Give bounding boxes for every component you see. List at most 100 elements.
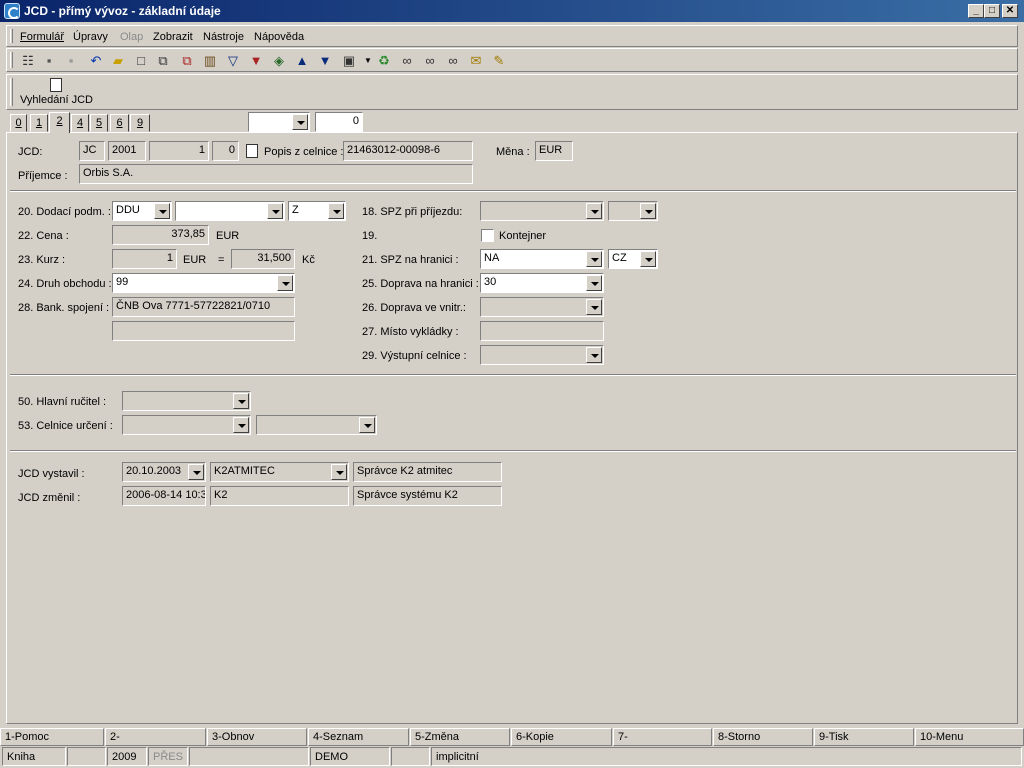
fkey-10-menu[interactable]: 10-Menu (915, 728, 1024, 746)
spz-country-combo[interactable] (608, 201, 658, 221)
kurz-field[interactable]: 1 (112, 249, 177, 269)
search-jcd-button[interactable]: Vyhledání JCD (20, 94, 93, 106)
menu-zobrazit[interactable]: Zobrazit (153, 31, 193, 43)
popis-field[interactable]: 21463012-00098-6 (343, 141, 473, 161)
fkey-7[interactable]: 7- (613, 728, 712, 746)
dodaci-code-combo[interactable]: Z (288, 201, 346, 221)
tab-1[interactable]: 1 (30, 114, 48, 132)
fkey-5-edit[interactable]: 5-Změna (410, 728, 510, 746)
dropdown-arrow-icon[interactable] (586, 275, 602, 291)
fkey-6-copy[interactable]: 6-Kopie (511, 728, 612, 746)
doprava-vnitr-combo[interactable] (480, 297, 604, 317)
menu-formular[interactable]: Formulář (20, 31, 64, 43)
save-disabled-icon[interactable]: ▪ (62, 52, 80, 70)
recycle-icon[interactable]: ♻ (375, 52, 393, 70)
dropdown-arrow-icon[interactable] (267, 203, 283, 219)
record-number-field[interactable]: 0 (315, 112, 363, 132)
document-icon[interactable] (50, 78, 62, 92)
vystupni-combo[interactable] (480, 345, 604, 365)
new-document-icon[interactable]: □ (132, 52, 150, 70)
dodaci-place-combo[interactable] (175, 201, 285, 221)
bank-field-2[interactable] (112, 321, 295, 341)
copy-icon[interactable]: ⧉ (154, 52, 172, 70)
dropdown-arrow-icon[interactable] (586, 299, 602, 315)
celnice-urceni-combo-2[interactable] (256, 415, 377, 435)
fkey-1-help[interactable]: 1-Pomoc (0, 728, 104, 746)
paste-icon[interactable]: ⧉ (178, 52, 196, 70)
kurz-rate-field[interactable]: 31,500 (231, 249, 295, 269)
vystavil-user-combo[interactable]: K2ATMITEC (210, 462, 349, 482)
minimize-button[interactable]: _ (968, 4, 984, 18)
maximize-button[interactable]: □ (984, 4, 1000, 18)
vystavil-date-combo[interactable]: 20.10.2003 (122, 462, 206, 482)
dodaci-combo[interactable]: DDU (112, 201, 172, 221)
dropdown-arrow-icon[interactable] (328, 203, 344, 219)
notes-icon[interactable]: ✎ (490, 52, 508, 70)
prijemce-field[interactable]: Orbis S.A. (79, 164, 473, 184)
filter-icon[interactable]: ▽ (224, 52, 242, 70)
vystavil-name-field[interactable]: Správce K2 atmitec (353, 462, 502, 482)
dropdown-arrow-icon[interactable] (277, 275, 293, 291)
dropdown-arrow-icon[interactable] (586, 251, 602, 267)
dropdown-arrow-icon[interactable] (586, 347, 602, 363)
clipboard-icon[interactable] (246, 144, 258, 158)
spz-combo[interactable] (480, 201, 604, 221)
camera-icon[interactable]: ▣ (340, 52, 358, 70)
jcd-number-field[interactable]: 1 (149, 141, 209, 161)
spz-hranice-country-combo[interactable]: CZ (608, 249, 658, 269)
jcd-sub-field[interactable]: 0 (212, 141, 239, 161)
book-icon[interactable]: ▥ (201, 52, 219, 70)
fkey-8-cancel[interactable]: 8-Storno (713, 728, 813, 746)
zmenil-user-field[interactable]: K2 (210, 486, 349, 506)
fkey-3-refresh[interactable]: 3-Obnov (207, 728, 307, 746)
dropdown-arrow-icon[interactable] (359, 417, 375, 433)
menu-napoveda[interactable]: Nápověda (254, 31, 304, 43)
rucitel-combo[interactable] (122, 391, 251, 411)
tab-6[interactable]: 6 (110, 114, 129, 132)
jcd-type-field[interactable]: JC (79, 141, 105, 161)
dropdown-arrow-icon[interactable] (233, 417, 249, 433)
menu-upravy[interactable]: Úpravy (73, 31, 108, 43)
dropdown-arrow-icon[interactable] (640, 251, 656, 267)
dropdown-arrow-icon[interactable] (154, 203, 170, 219)
dropdown-arrow-icon[interactable] (640, 203, 656, 219)
dropdown-arrow-icon[interactable] (233, 393, 249, 409)
misto-field[interactable] (480, 321, 604, 341)
druh-combo[interactable]: 99 (112, 273, 295, 293)
save-icon[interactable]: ▪ (40, 52, 58, 70)
dropdown-arrow-icon[interactable] (188, 464, 204, 480)
undo-icon[interactable]: ↶ (87, 52, 105, 70)
fkey-2[interactable]: 2- (105, 728, 206, 746)
mena-field[interactable]: EUR (535, 141, 573, 161)
tab-0[interactable]: 0 (10, 114, 27, 132)
doprava-hranice-combo[interactable]: 30 (480, 273, 604, 293)
tab-5[interactable]: 5 (90, 114, 108, 132)
close-button[interactable]: ✕ (1002, 4, 1018, 18)
jcd-year-field[interactable]: 2001 (108, 141, 146, 161)
tab-2[interactable]: 2 (49, 112, 70, 133)
dropdown-arrow-icon[interactable] (292, 114, 308, 130)
tree-icon[interactable]: ☷ (19, 52, 37, 70)
binoculars-icon[interactable]: ∞ (398, 52, 416, 70)
tab-selector-combo[interactable] (248, 112, 310, 132)
fkey-9-print[interactable]: 9-Tisk (814, 728, 914, 746)
spz-hranice-combo[interactable]: NA (480, 249, 604, 269)
binoculars-next-icon[interactable]: ∞ (421, 52, 439, 70)
dropdown-arrow-icon[interactable] (586, 203, 602, 219)
zmenil-name-field[interactable]: Správce systému K2 (353, 486, 502, 506)
cena-field[interactable]: 373,85 (112, 225, 209, 245)
stack-icon[interactable]: ◈ (270, 52, 288, 70)
tab-4[interactable]: 4 (71, 114, 89, 132)
kontejner-checkbox[interactable] (481, 229, 494, 242)
open-folder-icon[interactable]: ▰ (109, 52, 127, 70)
arrow-up-icon[interactable]: ▲ (293, 52, 311, 70)
filter-clear-icon[interactable]: ▼ (247, 52, 265, 70)
bank-field[interactable]: ČNB Ova 7771-57722821/0710 (112, 297, 295, 317)
envelope-icon[interactable]: ✉ (467, 52, 485, 70)
dropdown-arrow-icon[interactable] (331, 464, 347, 480)
menu-nastroje[interactable]: Nástroje (203, 31, 244, 43)
tab-9[interactable]: 9 (130, 114, 150, 132)
zmenil-date-field[interactable]: 2006-08-14 10:3 (122, 486, 206, 506)
fkey-4-list[interactable]: 4-Seznam (308, 728, 409, 746)
binoculars-prev-icon[interactable]: ∞ (444, 52, 462, 70)
